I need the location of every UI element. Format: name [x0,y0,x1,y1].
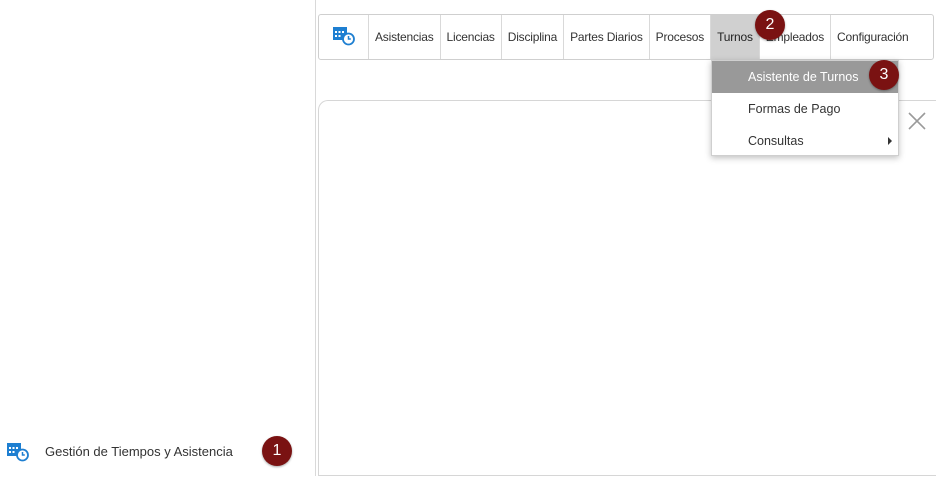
calendar-clock-icon [332,24,356,51]
menu-item-consultas[interactable]: Consultas [712,125,898,157]
submenu-arrow-icon [888,137,892,145]
menu-procesos[interactable]: Procesos [650,15,712,59]
step-badge-3: 3 [869,60,899,90]
step-badge-1: 1 [262,436,292,466]
step-badge-2: 2 [755,10,785,40]
calendar-clock-icon [6,440,32,462]
menu-partes-diarios[interactable]: Partes Diarios [564,15,650,59]
menu-licencias[interactable]: Licencias [441,15,502,59]
menubar-home-button[interactable] [319,15,369,59]
menu-configuracion[interactable]: Configuración [831,15,914,59]
close-icon[interactable] [906,110,928,132]
top-menubar: Asistencias Licencias Disciplina Partes … [318,14,934,60]
menu-disciplina[interactable]: Disciplina [502,15,565,59]
sidebar-module-item[interactable]: Gestión de Tiempos y Asistencia [6,434,233,468]
menu-turnos[interactable]: Turnos [711,15,760,59]
menu-item-label: Formas de Pago [748,102,841,116]
module-label: Gestión de Tiempos y Asistencia [45,443,233,459]
menu-item-label: Consultas [748,134,804,148]
menu-item-label: Asistente de Turnos [748,70,859,84]
menu-item-formas-de-pago[interactable]: Formas de Pago [712,93,898,125]
sidebar-divider [315,0,316,476]
menu-asistencias[interactable]: Asistencias [369,15,441,59]
